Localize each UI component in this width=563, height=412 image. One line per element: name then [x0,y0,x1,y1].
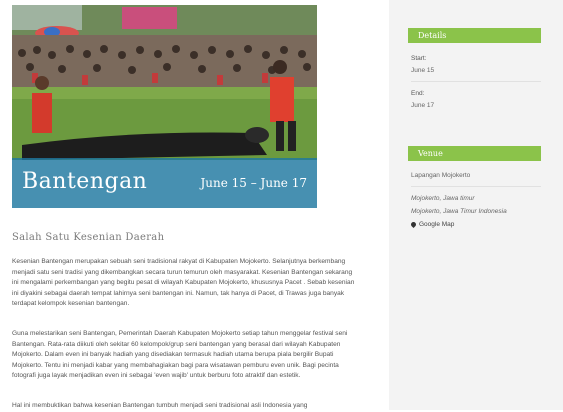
venue-city: Mojokerto, Jawa timur [411,195,475,202]
description-paragraph-2: Guna melestarikan seni Bantengan, Pemeri… [12,330,348,379]
event-sidebar: Details Start: June 15 End: June 17 Venu… [389,0,563,410]
map-pin-icon [409,220,418,228]
venue-heading-label: Venue [418,149,443,158]
venue-region: Mojokerto, Jawa Timur Indonesia [411,208,507,215]
details-heading: Details [408,28,541,43]
event-subtitle: Salah Satu Kesenian Daerah [12,232,165,243]
venue-heading: Venue [408,146,541,161]
event-title: Bantengan [22,169,148,194]
divider [411,186,541,187]
end-label: End: [411,90,425,97]
venue-name[interactable]: Lapangan Mojokerto [411,172,470,179]
google-map-label[interactable]: Google Map [419,221,454,228]
event-dates: June 15 – June 17 [200,176,307,190]
start-label: Start: [411,55,427,62]
end-value: June 17 [411,102,435,109]
start-value: June 15 [411,67,435,74]
description-paragraph-1: Kesenian Bantengan merupakan sebuah seni… [12,258,355,307]
google-map-link[interactable]: Google Map [409,220,454,228]
event-hero-image: Bantengan June 15 – June 17 [12,5,317,208]
details-heading-label: Details [418,31,447,40]
divider [411,81,541,82]
